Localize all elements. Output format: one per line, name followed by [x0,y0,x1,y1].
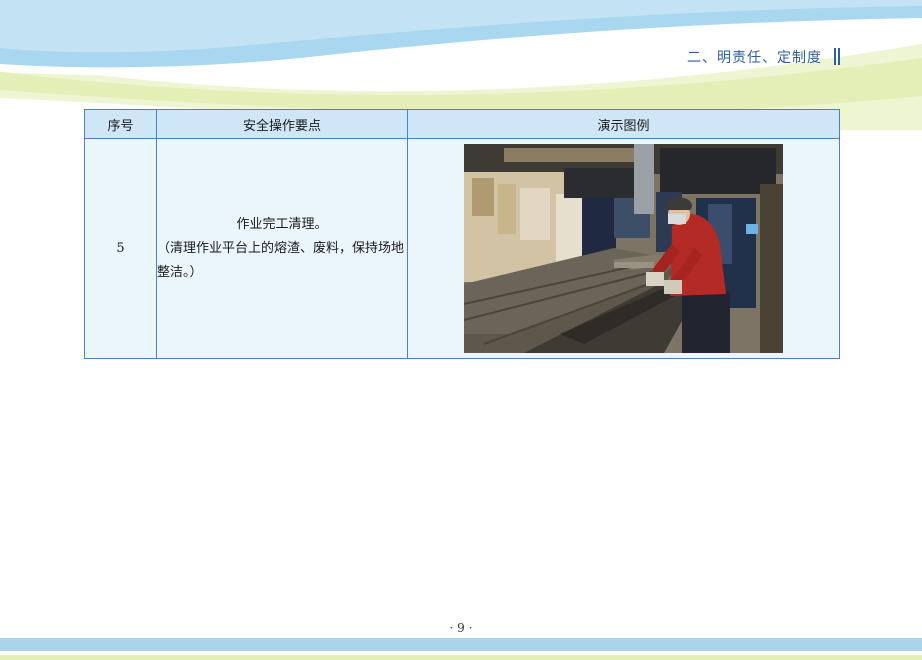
section-title: 二、明责任、定制度 [687,50,822,66]
key-point-title: 作业完工清理。 [236,216,328,232]
illustration-cell [407,138,840,359]
table-row: 5 作业完工清理。 （清理作业平台上的熔渣、废料，保持场地整洁。） [84,138,840,359]
table-header-row: 序号 安全操作要点 演示图例 [84,109,840,139]
row-number: 5 [84,138,157,359]
column-header-key-points: 安全操作要点 [156,109,408,139]
column-header-number: 序号 [84,109,157,139]
safety-operation-table: 序号 安全操作要点 演示图例 5 作业完工清理。 （清理作业平台上的熔渣、废料，… [84,109,840,359]
section-marker-icon [834,48,840,65]
footer-decoration [0,638,922,660]
column-header-illustration: 演示图例 [407,109,840,139]
page-number: · 9 · [449,621,473,635]
key-point-detail: （清理作业平台上的熔渣、废料，保持场地整洁。） [157,240,405,280]
key-point-cell: 作业完工清理。 （清理作业平台上的熔渣、废料，保持场地整洁。） [156,138,408,359]
worker-cleaning-platform-photo [464,144,783,353]
